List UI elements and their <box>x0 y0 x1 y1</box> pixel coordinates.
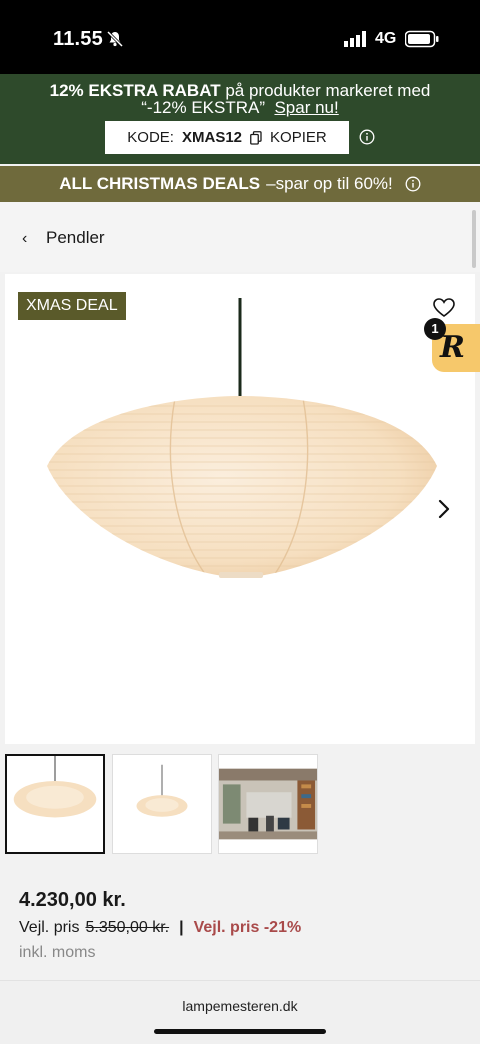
scrollbar[interactable] <box>472 210 476 268</box>
chevron-right-icon[interactable] <box>437 498 451 520</box>
promo-subline: “-12% EKSTRA” Spar nu! <box>0 98 480 117</box>
rebate-count-badge: 1 <box>424 318 446 340</box>
browser-address-bar[interactable]: lampemesteren.dk <box>0 980 480 1044</box>
thumbnail-2[interactable] <box>112 754 212 854</box>
status-time: 11.55 <box>53 28 103 50</box>
mute-bell-icon <box>106 30 124 48</box>
battery-icon <box>405 30 439 48</box>
status-bar: 11.55 4G <box>0 0 480 74</box>
deals-bold: ALL CHRISTMAS DEALS <box>59 174 261 193</box>
vat-note: inkl. moms <box>19 944 96 961</box>
recommended-price-row: Vejl. pris 5.350,00 kr. | Vejl. pris -21… <box>19 919 301 937</box>
breadcrumb-label[interactable]: Pendler <box>46 228 105 248</box>
copy-button[interactable]: KOPIER <box>270 129 327 146</box>
code-value: XMAS12 <box>181 129 243 146</box>
promo-quote: “-12% EKSTRA” <box>141 98 266 117</box>
product-image-gallery[interactable]: XMAS DEAL <box>5 274 475 744</box>
product-image <box>47 298 437 578</box>
deals-text: –spar op til 60%! <box>266 174 393 193</box>
thumbnail-image <box>136 764 188 817</box>
network-type: 4G <box>375 30 397 47</box>
separator: | <box>179 919 184 936</box>
promo-banner: 12% EKSTRA RABAT på produkter markeret m… <box>0 74 480 164</box>
rrp-old-price: 5.350,00 kr. <box>85 919 170 936</box>
breadcrumb[interactable]: ‹ Pendler <box>0 202 480 272</box>
rrp-discount: Vejl. pris -21% <box>193 919 302 936</box>
promo-link[interactable]: Spar nu! <box>274 98 338 117</box>
code-label: KODE: <box>127 129 174 146</box>
discount-code-box[interactable]: KODE: XMAS12 KOPIER <box>105 121 349 154</box>
thumbnail-image <box>13 756 97 818</box>
product-price: 4.230,00 kr. <box>19 889 126 911</box>
url-text[interactable]: lampemesteren.dk <box>0 998 480 1014</box>
info-icon[interactable] <box>359 129 375 145</box>
christmas-deals-banner[interactable]: ALL CHRISTMAS DEALS –spar op til 60%! <box>0 164 480 202</box>
thumbnail-3[interactable] <box>218 754 318 854</box>
heart-icon[interactable] <box>433 298 455 318</box>
info-icon[interactable] <box>405 176 421 192</box>
thumbnail-image <box>219 768 317 840</box>
chevron-left-icon[interactable]: ‹ <box>22 230 27 248</box>
thumbnail-1[interactable] <box>5 754 105 854</box>
signal-icon <box>344 31 366 47</box>
home-indicator[interactable] <box>154 1029 326 1034</box>
copy-icon[interactable] <box>250 130 262 145</box>
xmas-deal-badge: XMAS DEAL <box>18 292 126 320</box>
rrp-label: Vejl. pris <box>19 919 80 936</box>
